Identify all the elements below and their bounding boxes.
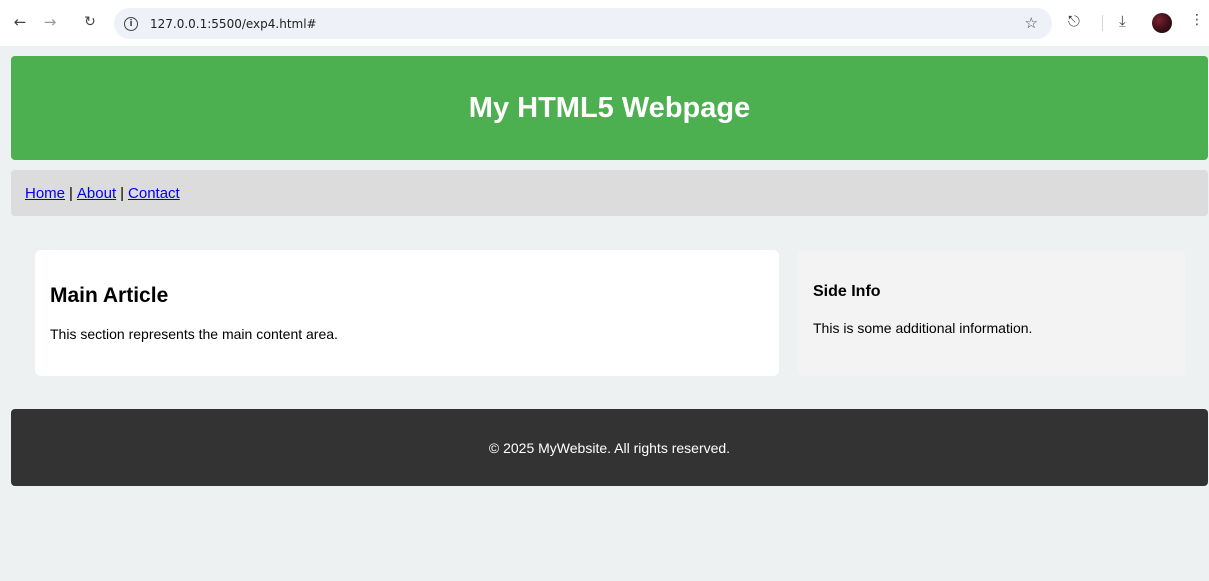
reload-icon[interactable]: ↻	[80, 12, 100, 32]
download-icon[interactable]: ⤓	[1119, 12, 1126, 30]
nav-separator: |	[120, 184, 125, 202]
page-title: My HTML5 Webpage	[468, 91, 751, 124]
page-header: My HTML5 Webpage	[11, 56, 1208, 160]
puzzle-icon[interactable]: ⎋	[1068, 12, 1080, 30]
toolbar-divider	[1102, 15, 1103, 31]
side-info: Side Info This is some additional inform…	[798, 250, 1185, 376]
article-body: This section represents the main content…	[50, 326, 338, 342]
address-bar[interactable]: i 127.0.0.1:5500/exp4.html# ☆	[114, 8, 1052, 39]
nav-link-about[interactable]: About	[77, 185, 116, 202]
star-icon[interactable]: ☆	[1025, 14, 1038, 32]
article-heading: Main Article	[50, 284, 169, 307]
nav-separator: |	[69, 184, 73, 202]
side-info-body: This is some additional information.	[813, 320, 1033, 336]
browser-toolbar: ← → ↻ i 127.0.0.1:5500/exp4.html# ☆ ⎋ ⤓ …	[0, 0, 1209, 46]
info-icon[interactable]: i	[124, 16, 138, 31]
main-article: Main Article This section represents the…	[35, 250, 779, 376]
footer-text: © 2025 MyWebsite. All rights reserved.	[488, 439, 731, 456]
url-text[interactable]: 127.0.0.1:5500/exp4.html#	[150, 17, 317, 31]
page-footer: © 2025 MyWebsite. All rights reserved.	[11, 409, 1208, 486]
avatar[interactable]	[1152, 13, 1172, 33]
nav-link-home[interactable]: Home	[25, 185, 65, 202]
kebab-menu-icon[interactable]: ⋮	[1190, 12, 1204, 28]
side-info-heading: Side Info	[813, 283, 881, 300]
arrow-left-icon[interactable]: ←	[10, 12, 30, 32]
nav-link-contact[interactable]: Contact	[128, 185, 180, 202]
site-nav: Home | About | Contact	[11, 170, 1208, 216]
arrow-right-icon[interactable]: →	[40, 12, 60, 32]
